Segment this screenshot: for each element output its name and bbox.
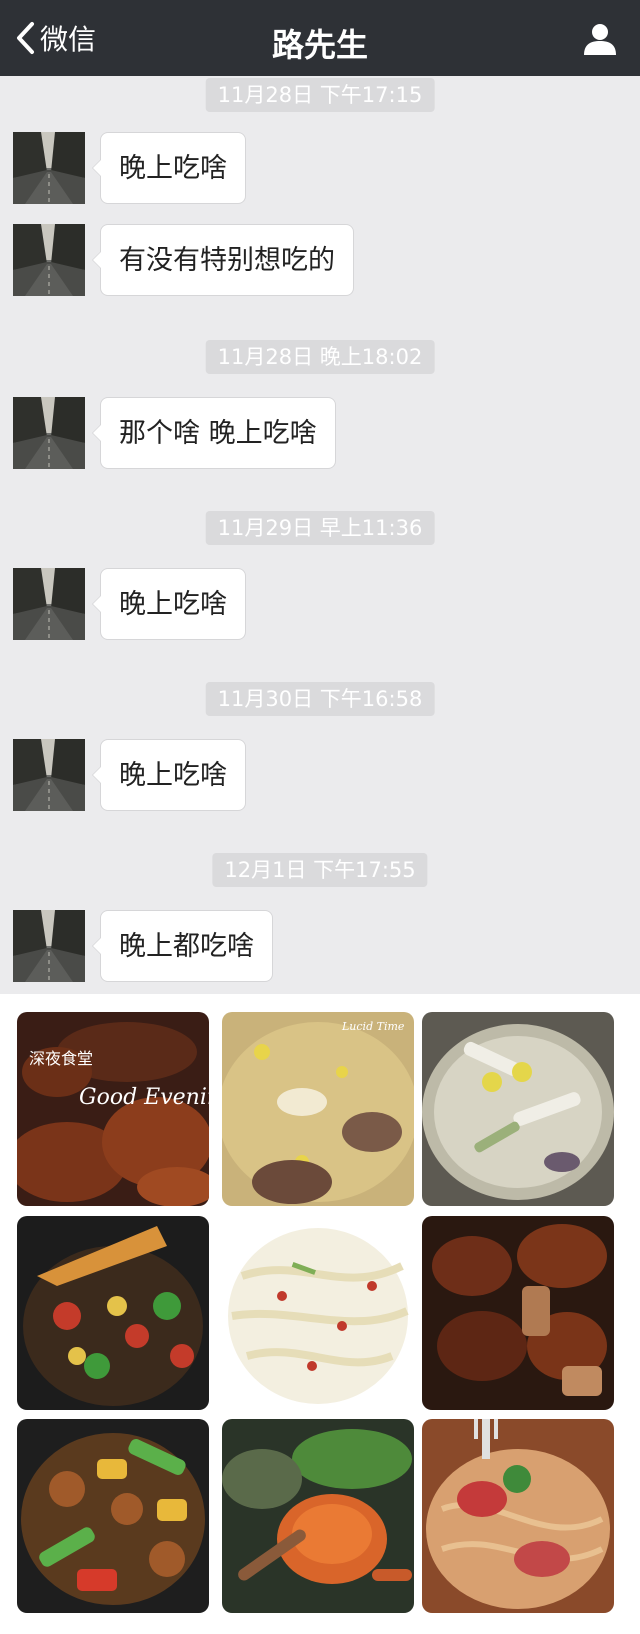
food-photo-crab[interactable] (222, 1419, 414, 1613)
overlay-text-good-evening: Good Evening! (79, 1085, 209, 1110)
chat-area[interactable]: 11月28日 下午17:15 晚上吃啥 有没有特别想吃的 11月28日 晚上18… (0, 76, 640, 994)
navbar: 微信 路先生 (0, 0, 640, 76)
page-title: 路先生 (271, 26, 368, 64)
food-photo-grid: 深夜食堂 Good Evening! Lucid Time (0, 994, 640, 1634)
avatar[interactable] (13, 397, 85, 469)
food-photo-fried-rice[interactable]: Lucid Time (222, 1012, 414, 1206)
overlay-text-midnight-diner: 深夜食堂 (29, 1049, 93, 1068)
timestamp: 11月30日 下午16:58 (205, 682, 435, 716)
avatar[interactable] (13, 910, 85, 982)
food-photo-soup[interactable] (422, 1012, 614, 1206)
timestamp: 11月29日 早上11:36 (205, 511, 435, 545)
avatar[interactable] (13, 568, 85, 640)
avatar[interactable] (13, 739, 85, 811)
message-bubble[interactable]: 有没有特别想吃的 (92, 224, 354, 296)
message-bubble[interactable]: 晚上吃啥 (92, 132, 246, 204)
message-bubble[interactable]: 晚上都吃啥 (92, 910, 273, 982)
message-bubble[interactable]: 晚上吃啥 (92, 568, 246, 640)
avatar[interactable] (13, 132, 85, 204)
timestamp: 11月28日 晚上18:02 (205, 340, 435, 374)
avatar[interactable] (13, 224, 85, 296)
food-photo-chicken-wings[interactable]: 深夜食堂 Good Evening! (17, 1012, 209, 1206)
food-photo-braised-ribs[interactable] (422, 1216, 614, 1410)
food-photo-spaghetti[interactable] (422, 1419, 614, 1613)
timestamp: 11月28日 下午17:15 (205, 78, 435, 112)
food-photo-chicken-peppers[interactable] (17, 1419, 209, 1613)
overlay-text-watermark: Lucid Time (341, 1020, 405, 1033)
message-bubble[interactable]: 晚上吃啥 (92, 739, 246, 811)
message-bubble[interactable]: 那个啥 晚上吃啥 (92, 397, 336, 469)
person-icon[interactable] (582, 22, 618, 56)
food-photo-stir-fry[interactable] (17, 1216, 209, 1410)
food-photo-potato-strips[interactable] (222, 1216, 414, 1410)
timestamp: 12月1日 下午17:55 (212, 853, 428, 887)
